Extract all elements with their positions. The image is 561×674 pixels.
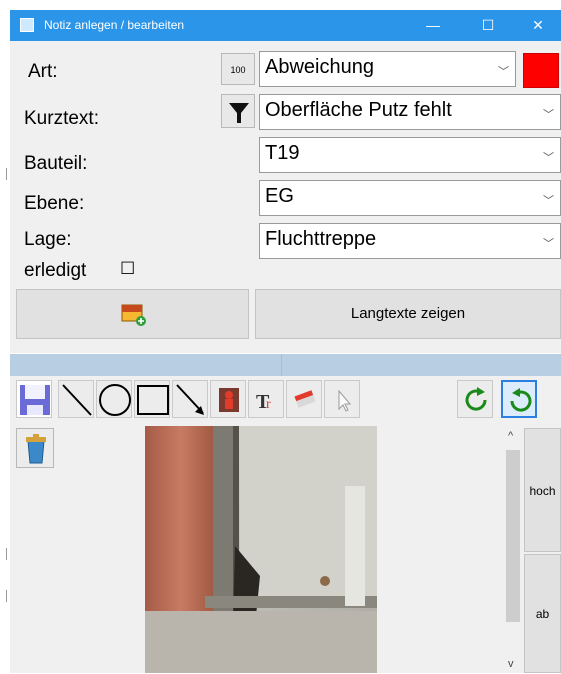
splitter-bar[interactable] <box>10 354 561 376</box>
arrow-tool[interactable] <box>172 380 208 418</box>
lage-label: Lage: <box>24 229 72 250</box>
photo-scrollbar[interactable]: ^ v <box>504 426 522 673</box>
chevron-down-icon: ﹀ <box>543 152 554 164</box>
rotate-right-tool[interactable] <box>457 380 493 418</box>
bauteil-value: T19 <box>265 142 300 164</box>
chevron-down-icon: ﹀ <box>543 195 554 207</box>
close-button[interactable]: ✕ <box>515 10 561 41</box>
text-tool[interactable]: T r <box>248 380 284 418</box>
save-icon <box>20 385 50 415</box>
chevron-down-icon: ﹀ <box>543 109 554 121</box>
app-icon <box>20 18 34 32</box>
chevron-down-icon: ﹀ <box>543 238 554 250</box>
arrow-icon <box>176 384 204 415</box>
ebene-select[interactable]: EG ﹀ <box>259 180 561 216</box>
person-tool[interactable] <box>210 380 246 418</box>
photo-area: ^ v hoch ab <box>10 424 561 673</box>
bauteil-select[interactable]: T19 ﹀ <box>259 137 561 173</box>
ebene-value: EG <box>265 185 294 207</box>
person-icon <box>219 388 239 412</box>
lage-value: Fluchttreppe <box>265 228 377 250</box>
drawing-toolbar: T r <box>10 376 561 424</box>
maximize-button[interactable]: ☐ <box>465 10 511 41</box>
erledigt-label: erledigt <box>24 260 87 281</box>
langtexte-button[interactable]: Langtexte zeigen <box>255 289 561 339</box>
art-number-button[interactable]: 100 <box>221 53 255 85</box>
line-tool[interactable] <box>58 380 94 418</box>
filter-button[interactable] <box>221 94 255 128</box>
bauteil-label: Bauteil: <box>24 153 88 174</box>
note-form: Art: 100 Abweichung ﹀ Kurztext: Oberfläc… <box>10 41 561 353</box>
rotate-right-icon <box>465 387 487 411</box>
circle-icon <box>99 384 131 416</box>
circle-tool[interactable] <box>96 380 132 418</box>
add-image-button[interactable] <box>16 289 249 339</box>
left-edge-strip <box>0 0 10 673</box>
chevron-down-icon: ﹀ <box>498 66 509 78</box>
photo-image <box>145 426 377 673</box>
add-image-icon <box>121 304 146 326</box>
window-title: Notiz anlegen / bearbeiten <box>44 18 185 32</box>
pointer-icon <box>338 389 352 412</box>
save-tool[interactable] <box>16 380 52 418</box>
rotate-left-icon <box>510 388 532 412</box>
rectangle-icon <box>137 385 169 415</box>
title-bar: Notiz anlegen / bearbeiten — ☐ ✕ <box>10 10 561 41</box>
minimize-button[interactable]: — <box>410 10 456 41</box>
pointer-tool[interactable] <box>324 380 360 418</box>
text-icon: T r <box>256 391 271 413</box>
art-value: Abweichung <box>265 56 374 78</box>
kurztext-select[interactable]: Oberfläche Putz fehlt ﹀ <box>259 94 561 130</box>
splitter-separator <box>281 354 282 376</box>
art-select[interactable]: Abweichung ﹀ <box>259 51 516 87</box>
stamp-icon <box>294 390 316 408</box>
svg-text:r: r <box>266 397 271 412</box>
hoch-button[interactable]: hoch <box>524 428 561 552</box>
rotate-left-tool[interactable] <box>501 380 537 418</box>
scroll-up-arrow[interactable]: ^ <box>508 430 513 442</box>
filter-icon <box>229 103 249 123</box>
delete-button[interactable] <box>16 428 54 468</box>
ab-button[interactable]: ab <box>524 554 561 673</box>
scroll-thumb[interactable] <box>506 450 520 622</box>
ebene-label: Ebene: <box>24 193 85 214</box>
note-photo[interactable] <box>145 426 377 673</box>
erledigt-checkbox[interactable]: ☐ <box>120 259 135 279</box>
line-icon <box>62 384 92 416</box>
lage-select[interactable]: Fluchttreppe ﹀ <box>259 223 561 259</box>
stamp-tool[interactable] <box>286 380 322 418</box>
trash-icon <box>26 434 46 464</box>
kurztext-value: Oberfläche Putz fehlt <box>265 99 452 121</box>
art-label: Art: <box>28 61 58 82</box>
rectangle-tool[interactable] <box>134 380 170 418</box>
art-color-swatch[interactable] <box>523 53 559 88</box>
kurztext-label: Kurztext: <box>24 108 99 129</box>
scroll-down-arrow[interactable]: v <box>508 658 514 670</box>
